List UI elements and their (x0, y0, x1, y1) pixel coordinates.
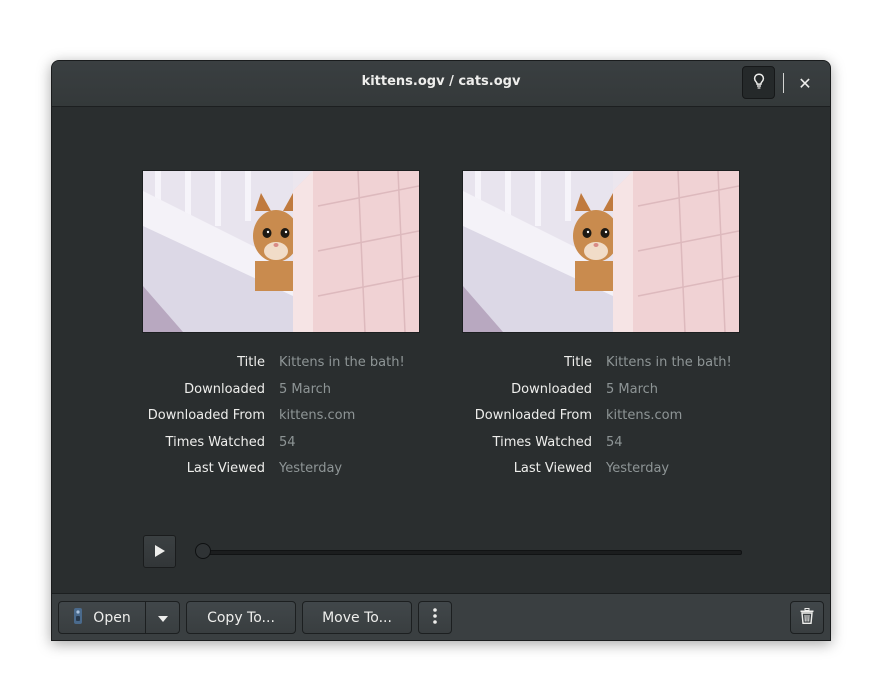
action-bar: Open Copy To... Move To... (52, 593, 830, 640)
more-vertical-icon (433, 607, 437, 628)
property-value-left: kittens.com (279, 408, 356, 423)
open-with-dropdown-button[interactable] (145, 601, 180, 634)
more-options-button[interactable] (418, 601, 452, 634)
property-label-left: Title (237, 355, 265, 370)
header-separator (783, 73, 784, 93)
lightbulb-icon (752, 72, 766, 93)
seek-bar-handle[interactable] (195, 543, 211, 559)
copy-to-button[interactable]: Copy To... (186, 601, 296, 634)
hint-button[interactable] (742, 66, 775, 99)
property-value-left: Kittens in the bath! (279, 355, 405, 370)
property-value-left: 54 (279, 435, 296, 450)
property-label-left: Downloaded From (147, 408, 265, 423)
window-title: kittens.ogv / cats.ogv (361, 74, 521, 89)
seek-bar-track[interactable] (203, 550, 742, 555)
play-button[interactable] (143, 535, 176, 568)
property-value-left: 5 March (279, 382, 332, 397)
video-thumbnail-right (462, 170, 740, 333)
close-icon: ✕ (798, 73, 812, 93)
header-bar: kittens.ogv / cats.ogv ✕ (52, 61, 830, 107)
close-button[interactable]: ✕ (793, 71, 817, 95)
open-button[interactable]: Open (58, 601, 146, 634)
chevron-down-icon (157, 610, 168, 626)
property-label-left: Last Viewed (186, 461, 265, 476)
move-to-button[interactable]: Move To... (302, 601, 412, 634)
play-icon (154, 542, 165, 561)
compare-window: kittens.ogv / cats.ogv ✕ Open Copy To...… (51, 60, 831, 641)
kitten-thumbnail-image (463, 171, 739, 332)
property-label-right: Downloaded (511, 382, 592, 397)
property-label-right: Downloaded From (474, 408, 592, 423)
kitten-thumbnail-image (143, 171, 419, 332)
property-value-right: 54 (606, 435, 623, 450)
property-value-right: kittens.com (606, 408, 683, 423)
property-label-right: Title (564, 355, 592, 370)
trash-icon (800, 607, 814, 628)
property-value-right: Yesterday (606, 461, 670, 476)
video-thumbnail-left (142, 170, 420, 333)
app-icon (73, 607, 83, 628)
property-label-right: Last Viewed (513, 461, 592, 476)
open-button-label: Open (93, 609, 131, 626)
property-label-right: Times Watched (492, 435, 592, 450)
property-value-left: Yesterday (279, 461, 343, 476)
property-label-left: Times Watched (165, 435, 265, 450)
delete-button[interactable] (790, 601, 824, 634)
property-value-right: Kittens in the bath! (606, 355, 732, 370)
property-value-right: 5 March (606, 382, 659, 397)
property-label-left: Downloaded (184, 382, 265, 397)
